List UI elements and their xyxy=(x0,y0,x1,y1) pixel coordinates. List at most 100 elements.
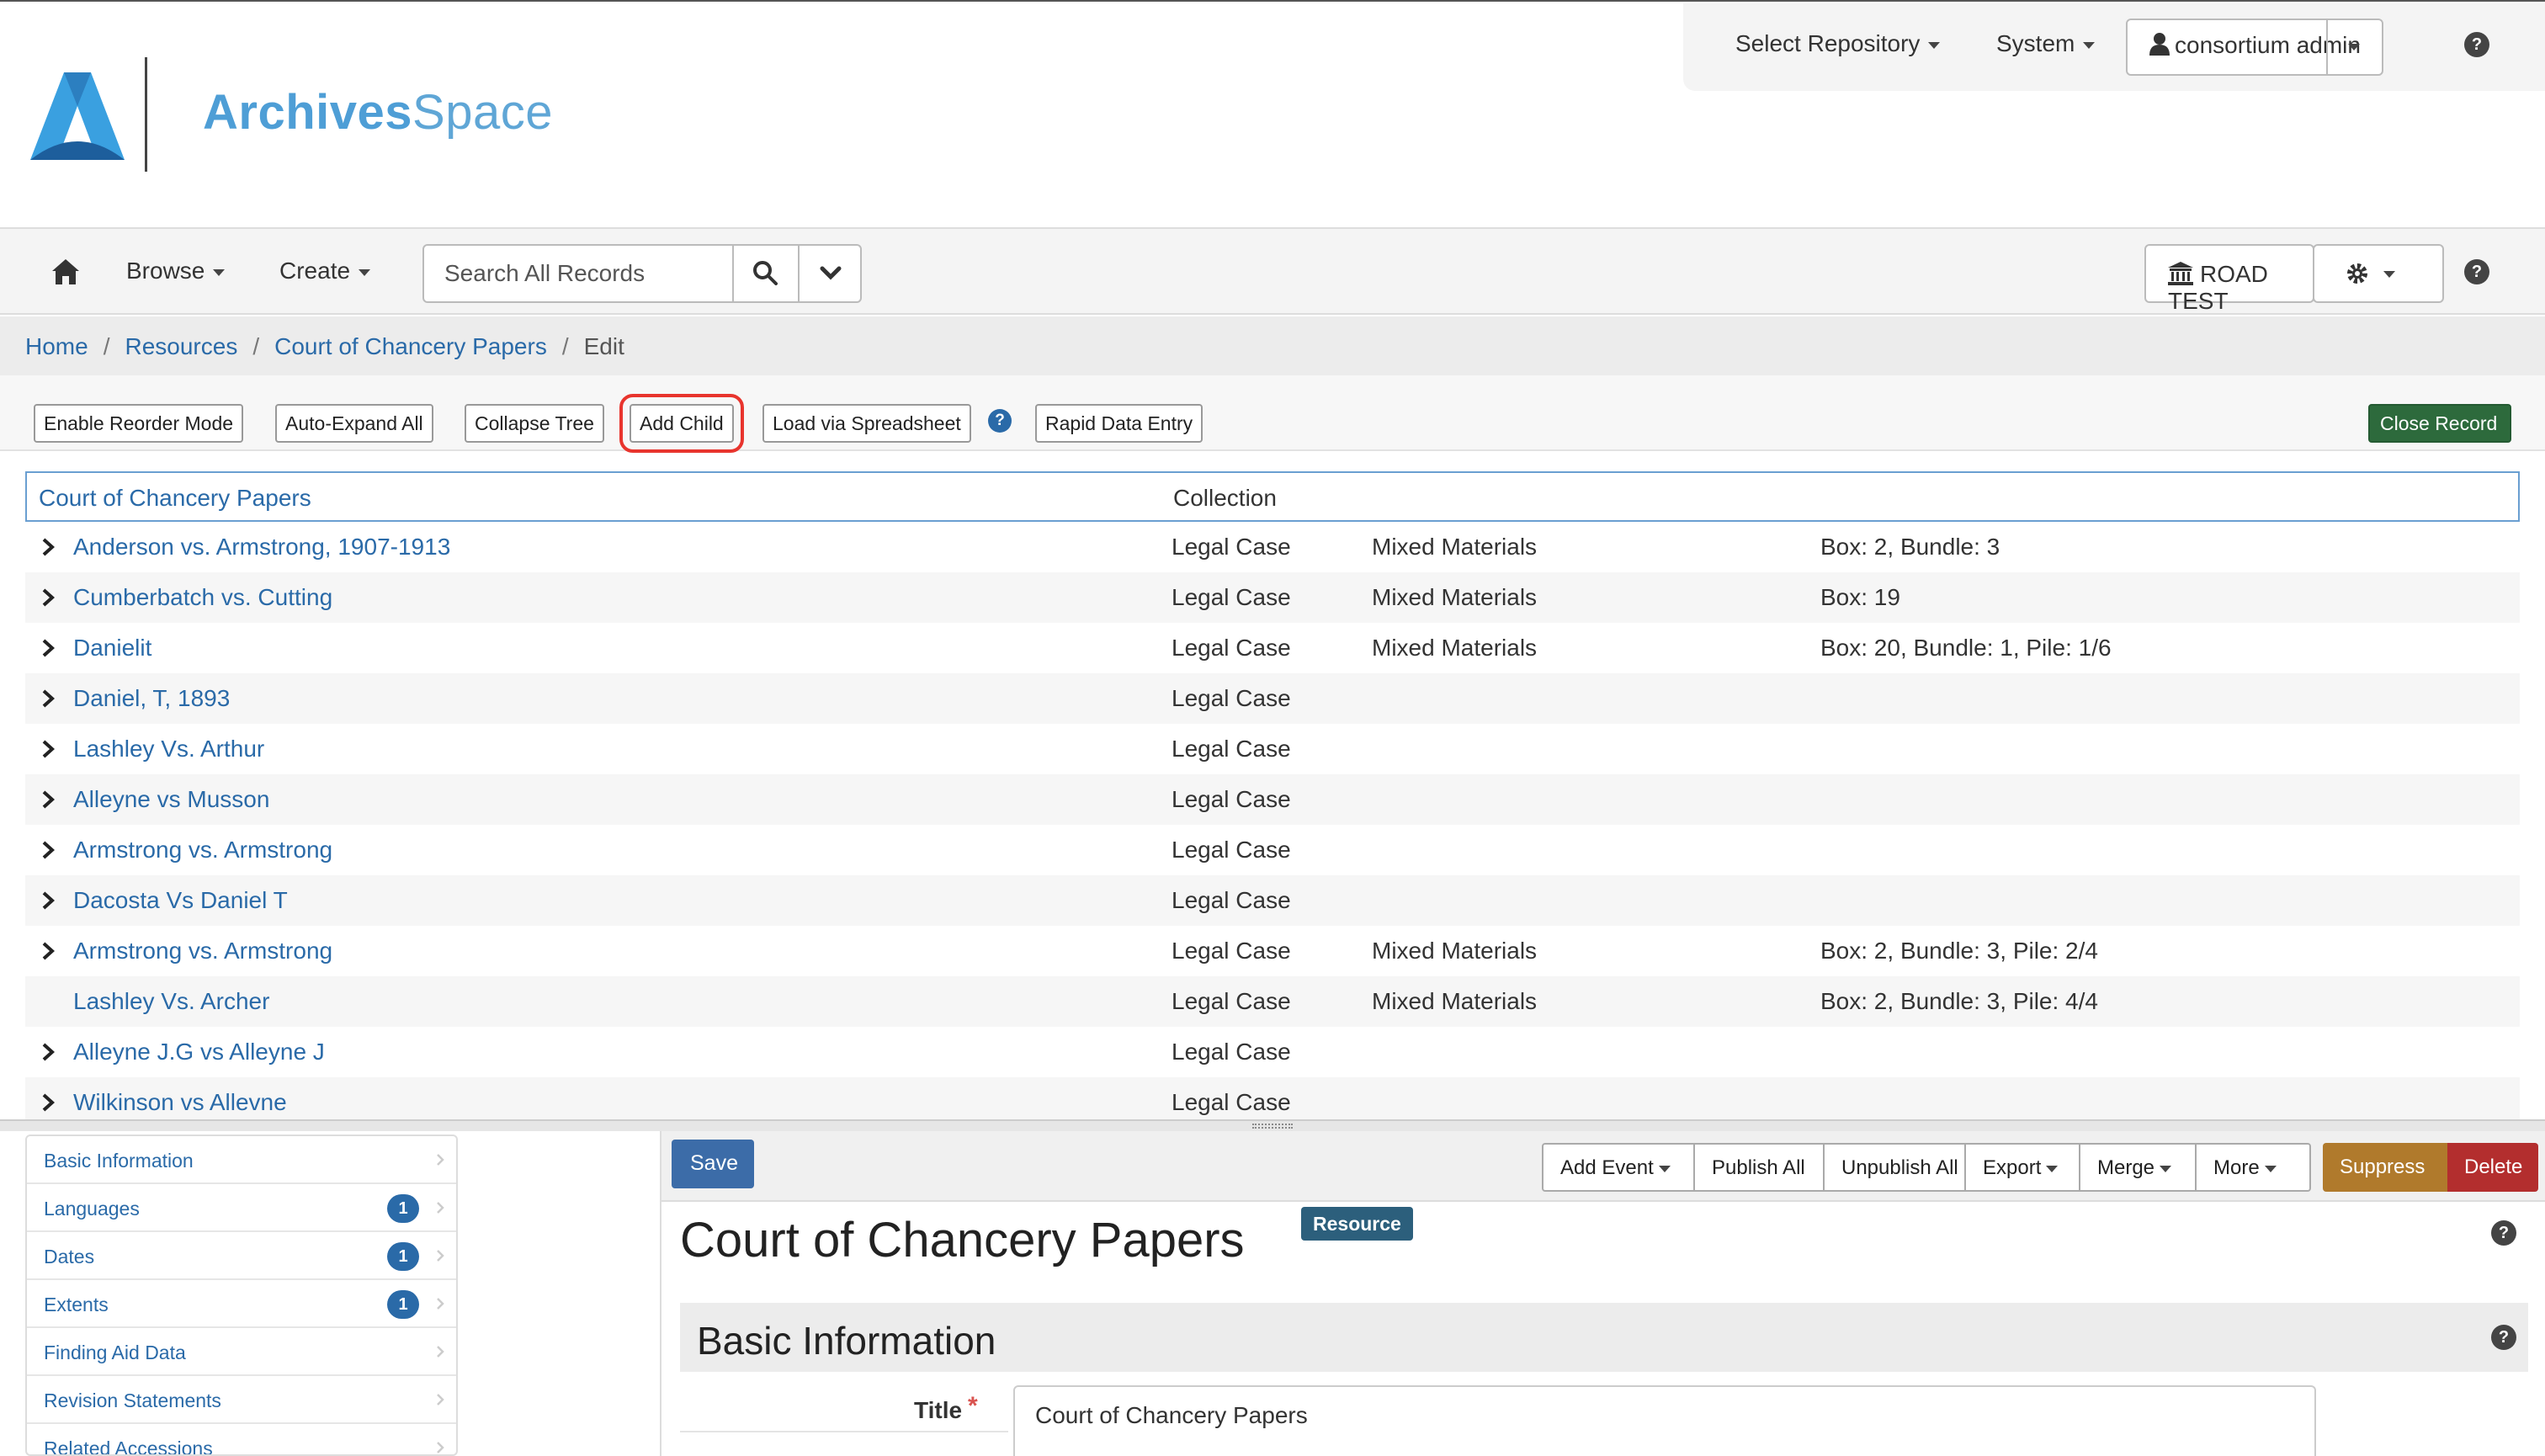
logo-separator xyxy=(145,57,147,172)
rapid-data-entry-button[interactable]: Rapid Data Entry xyxy=(1035,404,1203,443)
chevron-right-icon xyxy=(437,1298,444,1310)
unpublish-all-button[interactable]: Unpublish All xyxy=(1825,1145,1966,1190)
title-field[interactable]: Court of Chancery Papers xyxy=(1013,1385,2316,1456)
tree-row-title[interactable]: Alleyne J.G vs Alleyne J xyxy=(73,1039,325,1065)
home-icon[interactable] xyxy=(52,259,79,284)
system-menu[interactable]: System xyxy=(1996,30,2096,57)
chevron-right-icon[interactable] xyxy=(40,688,56,709)
tree-root-title[interactable]: Court of Chancery Papers xyxy=(39,485,311,512)
record-form: Save Add Event Publish All Unpublish All… xyxy=(660,1131,2545,1456)
search-button[interactable] xyxy=(732,246,798,301)
tree-row[interactable]: Armstrong vs. Armstrong Legal Case xyxy=(25,825,2520,875)
tree-row-title[interactable]: Anderson vs. Armstrong, 1907-1913 xyxy=(73,534,450,561)
merge-menu[interactable]: Merge xyxy=(2080,1145,2197,1190)
breadcrumb-resources[interactable]: Resources xyxy=(125,333,237,359)
archivesspace-logo[interactable]: ArchivesSpace xyxy=(30,54,553,180)
tree-row-title[interactable]: Alleyne vs Musson xyxy=(73,786,269,813)
pane-resizer[interactable] xyxy=(0,1119,2545,1131)
chevron-right-icon[interactable] xyxy=(40,739,56,759)
create-menu[interactable]: Create xyxy=(279,258,371,284)
section-nav-item[interactable]: Revision Statements xyxy=(27,1376,456,1424)
chevron-right-icon[interactable] xyxy=(40,638,56,658)
section-nav-item[interactable]: Languages 1 xyxy=(27,1184,456,1232)
tree-row-title[interactable]: Armstrong vs. Armstrong xyxy=(73,837,332,864)
section-nav-item[interactable]: Related Accessions xyxy=(27,1424,456,1454)
add-child-button[interactable]: Add Child xyxy=(619,394,744,453)
browse-menu[interactable]: Browse xyxy=(126,258,226,284)
chevron-right-icon[interactable] xyxy=(40,941,56,961)
help-icon[interactable]: ? xyxy=(2464,32,2489,57)
search-input[interactable] xyxy=(424,246,732,301)
tree-row[interactable]: Alleyne vs Musson Legal Case xyxy=(25,774,2520,825)
more-menu[interactable]: More xyxy=(2197,1145,2309,1190)
section-nav-item[interactable]: Dates 1 xyxy=(27,1232,456,1280)
advanced-search-toggle[interactable] xyxy=(798,246,862,301)
tree-row[interactable]: Daniel, T, 1893 Legal Case xyxy=(25,673,2520,724)
load-via-spreadsheet-button[interactable]: Load via Spreadsheet xyxy=(762,404,971,443)
settings-menu-button[interactable] xyxy=(2313,244,2444,303)
chevron-right-icon[interactable] xyxy=(40,890,56,911)
save-button[interactable]: Save xyxy=(672,1140,754,1188)
breadcrumb-home[interactable]: Home xyxy=(25,333,88,359)
institution-icon xyxy=(2168,262,2193,285)
tree-row-title[interactable]: Lashley Vs. Archer xyxy=(73,988,269,1015)
label-divider xyxy=(680,1431,1008,1432)
tree-row-title[interactable]: Lashley Vs. Arthur xyxy=(73,736,264,763)
export-menu[interactable]: Export xyxy=(1966,1145,2080,1190)
tree-row[interactable]: Danielit Legal Case Mixed Materials Box: 20… xyxy=(25,623,2520,673)
tree-row-container: Box: 19 xyxy=(1820,584,1900,610)
chevron-right-icon[interactable] xyxy=(40,1042,56,1062)
record-actions-group: Add Event Publish All Unpublish All Expo… xyxy=(1542,1143,2311,1192)
chevron-right-icon[interactable] xyxy=(40,789,56,810)
tree-row[interactable]: Alleyne J.G vs Alleyne J Legal Case xyxy=(25,1027,2520,1077)
select-repository-menu[interactable]: Select Repository xyxy=(1735,30,1941,57)
chevron-right-icon[interactable] xyxy=(40,537,56,557)
tree-row-type: Mixed Materials xyxy=(1372,534,1538,560)
site-header: ArchivesSpace Select Repository System c… xyxy=(0,2,2545,227)
breadcrumb-record[interactable]: Court of Chancery Papers xyxy=(274,333,547,359)
section-nav-item[interactable]: Basic Information xyxy=(27,1136,456,1184)
tree-row-title[interactable]: Armstrong vs. Armstrong xyxy=(73,938,332,964)
help-icon[interactable]: ? xyxy=(2491,1325,2516,1350)
user-menu-button[interactable]: consortium admin xyxy=(2126,19,2383,76)
tree-row[interactable]: Anderson vs. Armstrong, 1907-1913 Legal C… xyxy=(25,522,2520,572)
tree-root-row[interactable]: Court of Chancery Papers Collection xyxy=(25,471,2520,522)
tree-row-title[interactable]: Cumberbatch vs. Cutting xyxy=(73,584,332,611)
section-nav-item[interactable]: Extents 1 xyxy=(27,1280,456,1328)
auto-expand-all-button[interactable]: Auto-Expand All xyxy=(275,404,433,443)
caret-down-icon xyxy=(359,268,371,276)
required-asterisk-icon: * xyxy=(968,1392,978,1420)
section-nav-item[interactable]: Finding Aid Data xyxy=(27,1328,456,1376)
tree-row-title[interactable]: Daniel, T, 1893 xyxy=(73,685,230,712)
add-event-button[interactable]: Add Event xyxy=(1543,1145,1695,1190)
tree-row-title[interactable]: Dacosta Vs Daniel T xyxy=(73,887,288,914)
help-icon[interactable]: ? xyxy=(2464,259,2489,284)
tree-row[interactable]: Lashley Vs. Archer Legal Case Mixed Materi… xyxy=(25,976,2520,1027)
close-record-button[interactable]: Close Record xyxy=(2368,404,2511,443)
tree-row[interactable]: Cumberbatch vs. Cutting Legal Case Mixed M… xyxy=(25,572,2520,623)
delete-button[interactable]: Delete xyxy=(2447,1143,2538,1192)
chevron-right-icon[interactable] xyxy=(40,1092,56,1113)
resize-grip-icon[interactable] xyxy=(1252,1124,1293,1129)
user-dropdown-toggle[interactable] xyxy=(2326,20,2382,74)
help-icon[interactable]: ? xyxy=(2491,1220,2516,1246)
chevron-right-icon[interactable] xyxy=(40,840,56,860)
breadcrumb: Home / Resources / Court of Chancery Papers /… xyxy=(0,316,2545,375)
record-type-badge: Resource xyxy=(1301,1207,1413,1241)
tree-row-title[interactable]: Danielit xyxy=(73,635,151,662)
tree-row[interactable]: Armstrong vs. Armstrong Legal Case Mixed M… xyxy=(25,926,2520,976)
tree-row[interactable]: Dacosta Vs Daniel T Legal Case xyxy=(25,875,2520,926)
logo-text-bold: Archives xyxy=(203,85,413,140)
collapse-tree-button[interactable]: Collapse Tree xyxy=(465,404,604,443)
tree-row[interactable]: Lashley Vs. Arthur Legal Case xyxy=(25,724,2520,774)
enable-reorder-mode-button[interactable]: Enable Reorder Mode xyxy=(34,404,244,443)
tree-row-title[interactable]: Wilkinson vs Allevne xyxy=(73,1089,287,1116)
help-icon[interactable]: ? xyxy=(988,409,1012,433)
repository-button[interactable]: ROAD TEST xyxy=(2144,244,2314,314)
tree-row[interactable]: Wilkinson vs Allevne Legal Case xyxy=(25,1077,2520,1119)
suppress-button[interactable]: Suppress xyxy=(2323,1143,2447,1192)
publish-all-button[interactable]: Publish All xyxy=(1695,1145,1825,1190)
chevron-right-icon[interactable] xyxy=(40,587,56,608)
caret-down-icon xyxy=(2348,44,2360,50)
tree-row-type: Mixed Materials xyxy=(1372,584,1538,610)
